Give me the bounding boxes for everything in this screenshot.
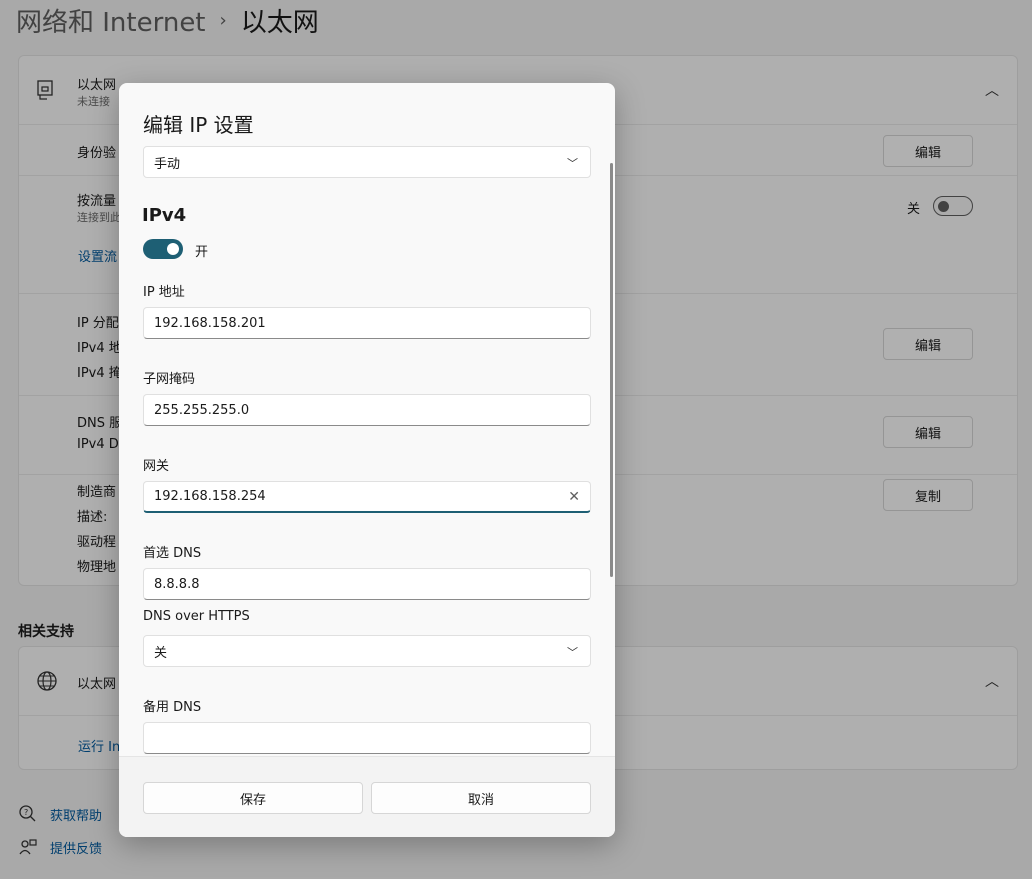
dialog-scroll-area[interactable]: 手动 ﹀ IPv4 开 IP 地址 192.168.158.201 子网掩码 2… xyxy=(119,143,615,755)
edit-ip-dialog: 编辑 IP 设置 手动 ﹀ IPv4 开 IP 地址 192.168.158.2… xyxy=(119,83,615,837)
chevron-down-icon: ﹀ xyxy=(567,646,578,659)
doh-select[interactable]: 关 ﹀ xyxy=(143,635,591,667)
ip-label: IP 地址 xyxy=(143,285,185,300)
doh-value: 关 xyxy=(154,645,168,661)
ipv4-heading: IPv4 xyxy=(142,205,187,226)
ipv4-toggle[interactable] xyxy=(143,239,183,259)
ipv4-toggle-label: 开 xyxy=(195,245,209,260)
cancel-button[interactable]: 取消 xyxy=(371,782,591,814)
alt-dns-label: 备用 DNS xyxy=(143,700,202,715)
gateway-label: 网关 xyxy=(143,459,170,474)
preferred-dns-value: 8.8.8.8 xyxy=(154,576,200,592)
dialog-scrollbar[interactable] xyxy=(610,163,613,577)
gateway-value: 192.168.158.254 xyxy=(154,489,266,504)
dialog-footer: 保存 取消 xyxy=(119,756,615,837)
gateway-input[interactable]: 192.168.158.254 ✕ xyxy=(143,481,591,513)
save-button[interactable]: 保存 xyxy=(143,782,363,814)
subnet-mask-input[interactable]: 255.255.255.0 xyxy=(143,394,591,426)
pref-dns-label: 首选 DNS xyxy=(143,546,202,561)
chevron-down-icon: ﹀ xyxy=(567,157,578,170)
mask-label: 子网掩码 xyxy=(143,372,196,387)
ip-mode-select[interactable]: 手动 ﹀ xyxy=(143,146,591,178)
clear-icon[interactable]: ✕ xyxy=(568,489,580,505)
ip-mode-value: 手动 xyxy=(154,156,181,172)
alternate-dns-input[interactable] xyxy=(143,722,591,754)
doh-label: DNS over HTTPS xyxy=(143,609,250,624)
ip-address-value: 192.168.158.201 xyxy=(154,315,266,331)
preferred-dns-input[interactable]: 8.8.8.8 xyxy=(143,568,591,600)
subnet-mask-value: 255.255.255.0 xyxy=(154,402,250,418)
ip-address-input[interactable]: 192.168.158.201 xyxy=(143,307,591,339)
dialog-title: 编辑 IP 设置 xyxy=(143,113,254,137)
